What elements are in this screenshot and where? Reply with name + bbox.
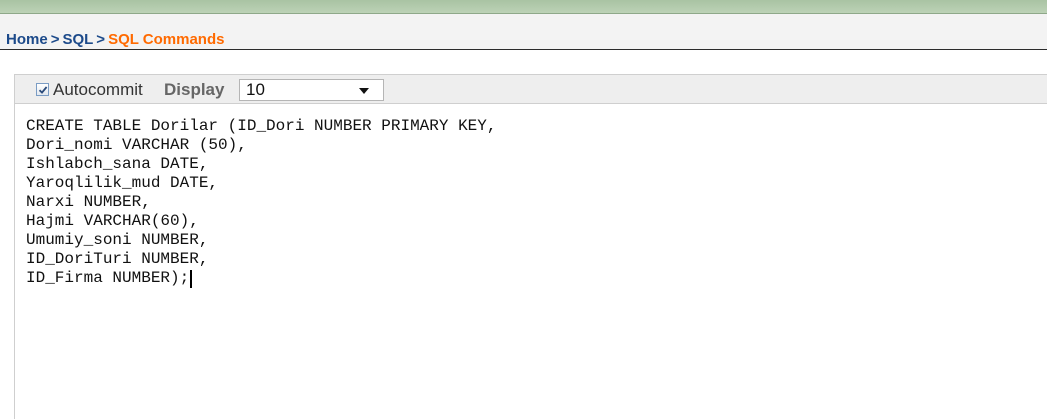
chevron-down-icon [359, 88, 369, 94]
code-line: Ishlabch_sana DATE, [26, 155, 209, 173]
code-line: Dori_nomi VARCHAR (50), [26, 136, 247, 154]
breadcrumb-current-page: SQL Commands [108, 31, 225, 48]
breadcrumb-home-link[interactable]: Home [6, 31, 48, 48]
breadcrumb-sql-link[interactable]: SQL [62, 31, 93, 48]
breadcrumb: Home > SQL > SQL Commands [6, 31, 224, 49]
breadcrumb-bar: Home > SQL > SQL Commands [0, 14, 1047, 50]
autocommit-checkbox[interactable] [36, 83, 49, 96]
breadcrumb-separator: > [50, 31, 60, 48]
code-line: ID_DoriTuri NUMBER, [26, 250, 209, 268]
breadcrumb-separator: > [96, 31, 106, 48]
display-label: Display [164, 80, 225, 99]
code-line: Umumiy_soni NUMBER, [26, 231, 209, 249]
sql-toolbar: Autocommit Display 10 [14, 74, 1047, 104]
code-line: CREATE TABLE Dorilar (ID_Dori NUMBER PRI… [26, 117, 497, 135]
autocommit-label[interactable]: Autocommit [53, 80, 143, 100]
code-line: Hajmi VARCHAR(60), [26, 212, 199, 230]
display-rows-value: 10 [246, 80, 265, 99]
code-line: ID_Firma NUMBER); [26, 269, 190, 287]
sql-editor[interactable]: CREATE TABLE Dorilar (ID_Dori NUMBER PRI… [14, 104, 1047, 419]
checkmark-icon [38, 86, 48, 94]
text-cursor [190, 270, 192, 288]
code-line: Narxi NUMBER, [26, 193, 151, 211]
display-rows-select[interactable]: 10 [239, 79, 384, 101]
top-banner [0, 0, 1047, 14]
code-line: Yaroqlilik_mud DATE, [26, 174, 219, 192]
